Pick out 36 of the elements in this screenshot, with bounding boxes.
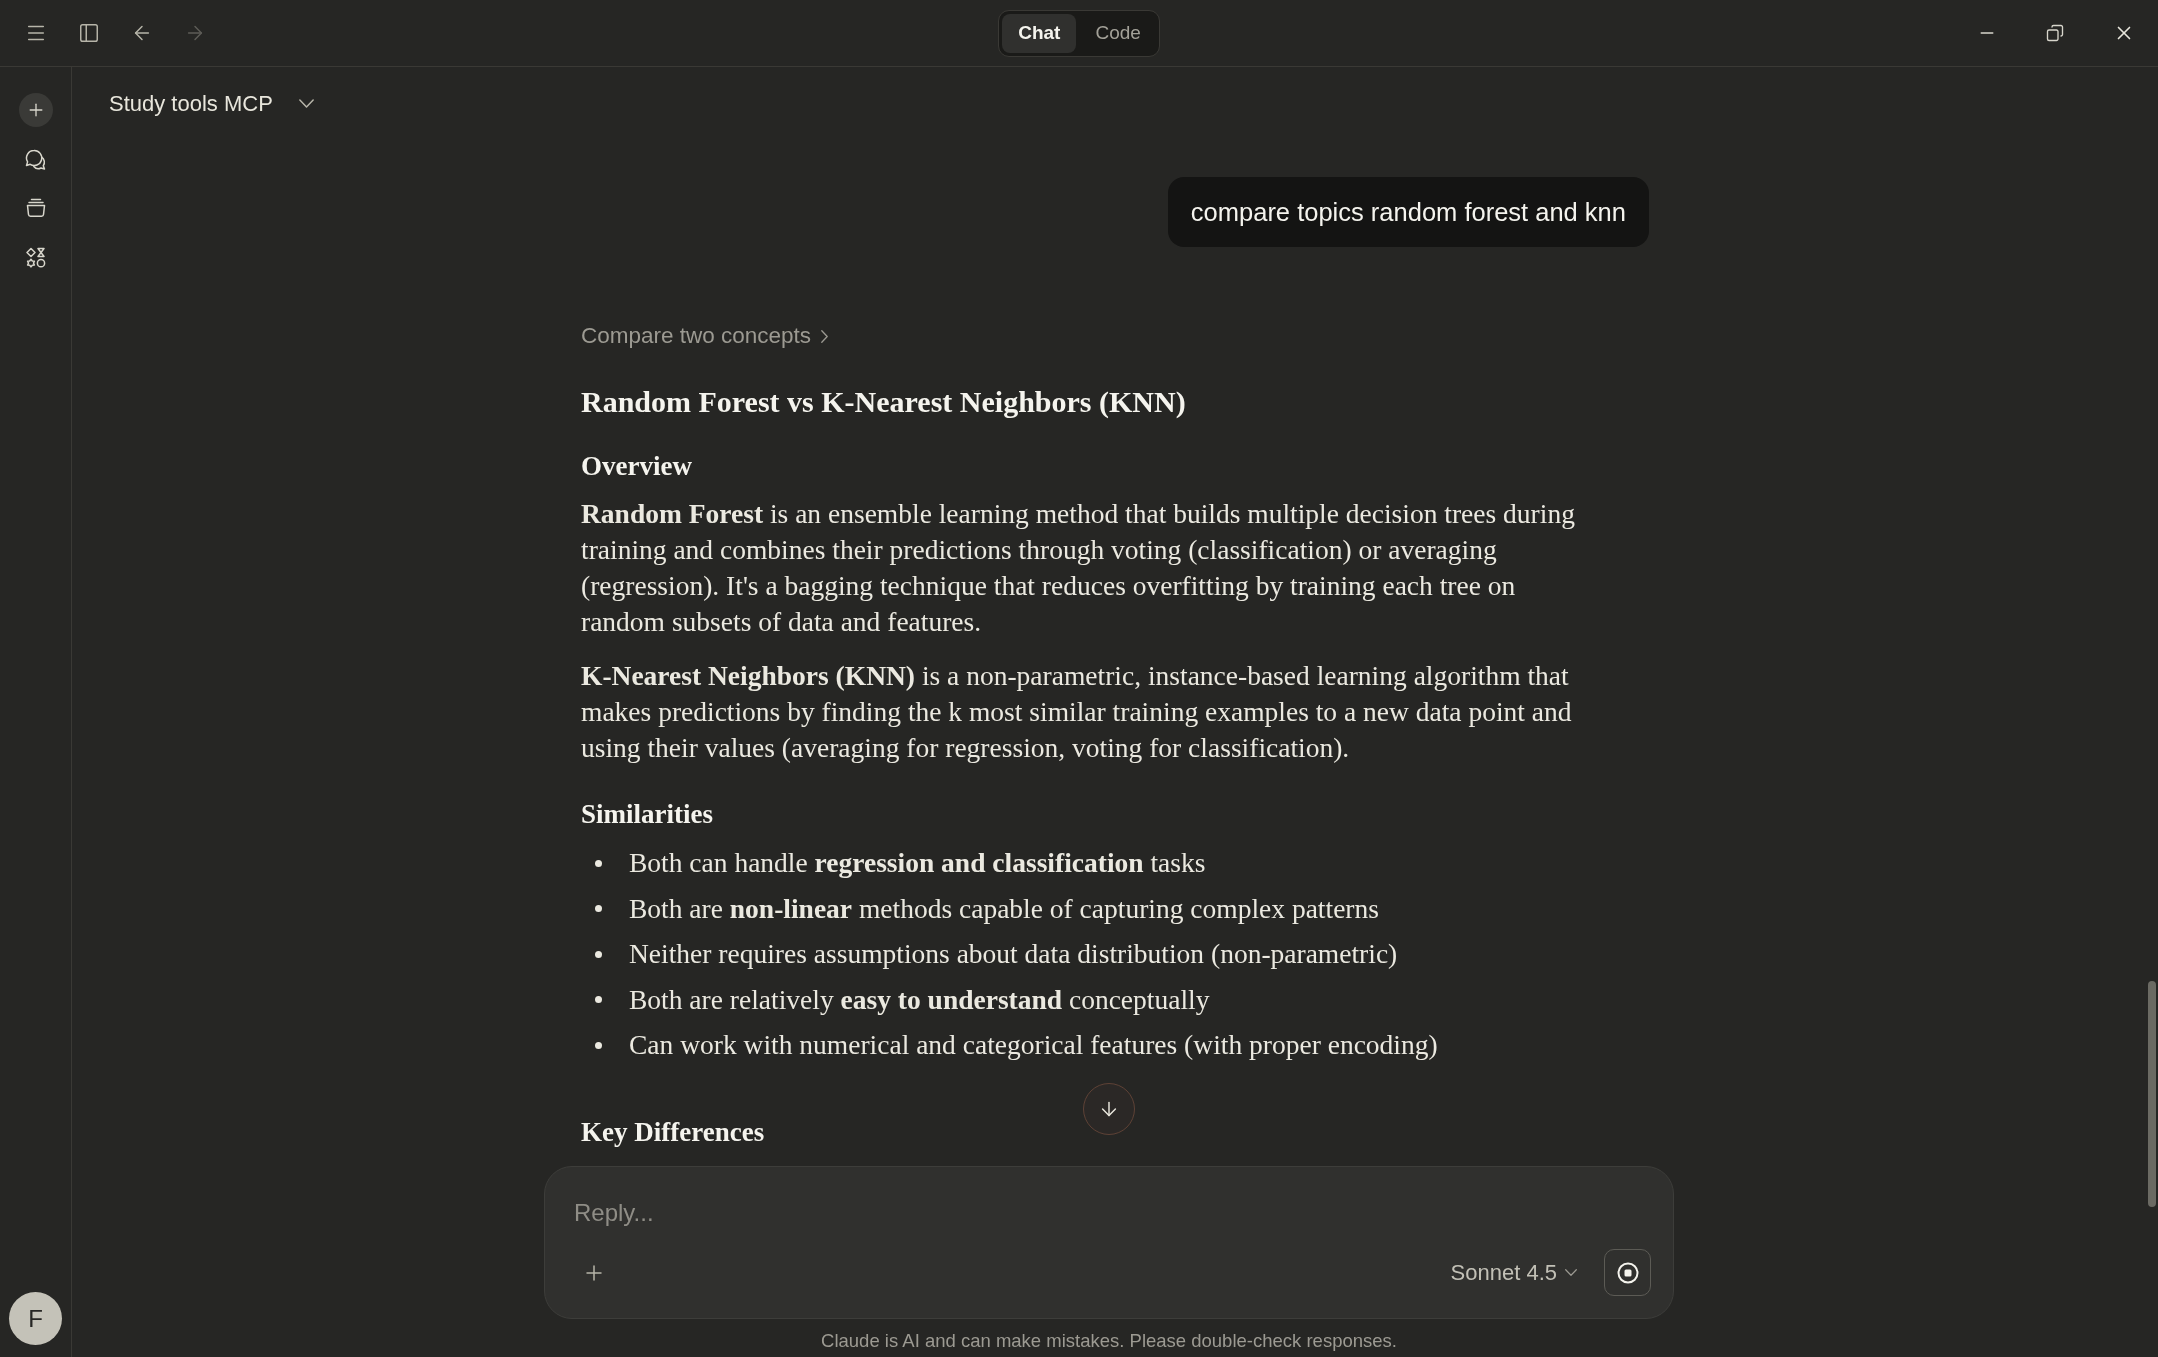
- shapes-icon[interactable]: [23, 246, 48, 270]
- bullet-text: Neither requires assumptions about data distribution (non-parametric): [629, 937, 1398, 971]
- scrollbar-thumb[interactable]: [2148, 981, 2156, 1207]
- bullet-icon: [595, 996, 602, 1003]
- section-heading: Key Differences: [581, 1116, 765, 1149]
- restore-icon[interactable]: [2046, 24, 2064, 42]
- sidebar-toggle-icon[interactable]: [78, 22, 100, 44]
- section-heading: Overview: [581, 450, 692, 483]
- body-paragraph: Random Forest is an ensemble learning method that builds multiple decision trees during training and combines their predictions through voting (classification) or averaging (regression). It's a bagging technique that reduces overfitting by training each tree on random subsets of data and features.: [581, 497, 1576, 639]
- bullet-icon: [595, 1041, 602, 1049]
- bullet-text: Both are non-linear methods capable of capturing complex patterns: [629, 891, 1379, 926]
- project-selector[interactable]: Study tools MCP: [109, 87, 314, 120]
- disclaimer-text: Claude is AI and can make mistakes. Please double-check responses.: [821, 1329, 1397, 1354]
- bullet-text: Can work with numerical and categorical features (with proper encoding): [629, 1028, 1438, 1062]
- new-chat-button[interactable]: [18, 93, 53, 127]
- bullet-text: Both can handle regression and classification tasks: [629, 846, 1206, 880]
- bullet-icon: [595, 950, 602, 958]
- mode-tab[interactable]: Code: [1080, 13, 1156, 53]
- reply-input[interactable]: Reply...: [574, 1198, 1644, 1228]
- section-heading: Similarities: [581, 798, 713, 831]
- chevron-right-icon: [821, 329, 829, 343]
- chevron-down-icon: [1565, 1269, 1577, 1276]
- mode-tab[interactable]: Chat: [1002, 13, 1077, 53]
- bullet-text: Both are relatively easy to understand conceptually: [629, 982, 1210, 1017]
- bullet-icon: [595, 859, 602, 867]
- chat-bubbles-icon[interactable]: [23, 148, 48, 172]
- bullet-icon: [595, 905, 602, 912]
- model-selector[interactable]: Sonnet 4.5: [1450, 1256, 1577, 1289]
- chevron-down-icon: [298, 99, 314, 108]
- user-message-bubble: compare topics random forest and knn: [1167, 177, 1649, 247]
- user-avatar[interactable]: F: [9, 1292, 62, 1345]
- tool-call-toggle[interactable]: Compare two concepts: [581, 322, 829, 350]
- stop-button[interactable]: [1604, 1249, 1651, 1296]
- stop-icon: [1616, 1261, 1639, 1284]
- response-title: Random Forest vs K-Nearest Neighbors (KNN): [581, 384, 1186, 420]
- body-paragraph: K-Nearest Neighbors (KNN) is a non-parametric, instance-based learning algorithm that makes predictions by finding the k most similar training examples to a new data point and using their values (averaging for regression, voting for classification).: [581, 659, 1573, 765]
